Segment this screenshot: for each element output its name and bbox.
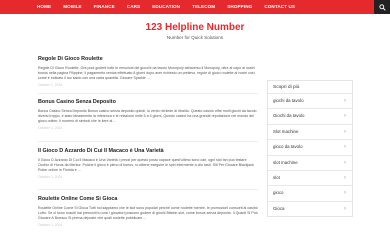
- post-date: October 1, 2024: [38, 83, 63, 87]
- sidebar-item[interactable]: slot ›: [268, 169, 352, 185]
- post-divider: [38, 93, 258, 94]
- sidebar-item[interactable]: Slot machine ›: [268, 123, 352, 139]
- nav-item-contact-us[interactable]: CONTACT US: [258, 0, 301, 14]
- chevron-right-icon: ›: [344, 174, 346, 181]
- sidebar-item-label: slot machine: [273, 159, 298, 165]
- search-icon: [378, 3, 386, 11]
- post-item: Regole Di Gioco Roulette Regole Di Gioco…: [38, 56, 258, 87]
- nav-item-shopping[interactable]: SHOPPING: [221, 0, 258, 14]
- sidebar-item[interactable]: Giochi da tavolo ›: [268, 108, 352, 123]
- post-divider: [38, 141, 258, 142]
- nav-item-home[interactable]: HOME: [31, 0, 57, 14]
- chevron-right-icon: ›: [344, 159, 346, 166]
- sidebar-widget: Scopri di più giochi da tavolo › Giochi d…: [267, 80, 353, 218]
- post-title[interactable]: Bonus Casino Senza Deposito: [38, 99, 258, 105]
- chevron-right-icon: ›: [344, 128, 346, 135]
- sidebar-item-label: giochi da tavolo: [273, 98, 304, 103]
- post-title[interactable]: Roulette Online Come Si Gioca: [38, 196, 258, 202]
- sidebar-item-label: gioco da tavolo: [273, 144, 303, 150]
- chevron-right-icon: ›: [344, 144, 346, 151]
- post-item: Il Gioco D Azzardo Di Cui Il Macaco è Un…: [38, 148, 258, 179]
- chevron-right-icon: ›: [344, 205, 346, 212]
- sidebar-title: Scopri di più: [273, 85, 300, 90]
- sidebar-item-label: Gioca: [273, 205, 285, 211]
- nav-item-education[interactable]: EDUCATION: [146, 0, 186, 14]
- chevron-right-icon: ›: [344, 98, 346, 104]
- nav-item-cars[interactable]: CARS: [121, 0, 146, 14]
- sidebar-item-label: slot: [273, 174, 280, 180]
- site-title[interactable]: 123 Helpline Number: [0, 22, 390, 33]
- post-divider: [38, 189, 258, 190]
- post-excerpt: Il Gioco D Azzardo Di Cui Il Macaco è Un…: [38, 158, 254, 172]
- sidebar-item-label: Slot machine: [273, 128, 299, 134]
- nav-item-finance[interactable]: FINANCE: [88, 0, 121, 14]
- nav-item-telecom[interactable]: TELECOM: [186, 0, 221, 14]
- sidebar-item[interactable]: gioco da tavolo ›: [268, 139, 352, 154]
- sidebar-item[interactable]: slot machine ›: [268, 154, 352, 170]
- post-excerpt: Regole Di Gioco Roulette. Ora puoi goder…: [38, 66, 255, 80]
- nav-menu: HOME MOBILE FINANCE CARS EDUCATION TELEC…: [31, 0, 301, 14]
- sidebar-item-label: Giochi da tavolo: [273, 113, 305, 119]
- post-date: October 1, 2024: [38, 223, 63, 227]
- sidebar-item-label: gioco: [273, 190, 284, 196]
- post-item: Bonus Casino Senza Deposito Bonus Casino…: [38, 99, 258, 130]
- sidebar-item[interactable]: Gioca ›: [268, 200, 352, 216]
- post-excerpt: Roulette Online Come Si Gioca Tutti noi …: [38, 206, 258, 220]
- nav-item-mobile[interactable]: MOBILE: [57, 0, 87, 14]
- post-item: Roulette Online Come Si Gioca Roulette O…: [38, 196, 258, 227]
- search-button[interactable]: [374, 0, 390, 14]
- site-tagline: Number for Quick Solutions: [166, 35, 224, 40]
- post-date: October 1, 2024: [38, 175, 63, 179]
- sidebar-item[interactable]: gioco ›: [268, 185, 352, 200]
- post-title[interactable]: Regole Di Gioco Roulette: [38, 56, 258, 62]
- post-date: October 1, 2024: [38, 126, 63, 130]
- chevron-right-icon: ›: [344, 190, 346, 197]
- sidebar-item[interactable]: giochi da tavolo ›: [268, 93, 352, 108]
- post-title[interactable]: Il Gioco D Azzardo Di Cui Il Macaco è Un…: [38, 148, 258, 154]
- chevron-right-icon: ›: [344, 113, 346, 120]
- top-nav-bar: HOME MOBILE FINANCE CARS EDUCATION TELEC…: [0, 0, 390, 14]
- post-excerpt: Bonus Casino Senza Deposito Bonus casino…: [38, 109, 257, 123]
